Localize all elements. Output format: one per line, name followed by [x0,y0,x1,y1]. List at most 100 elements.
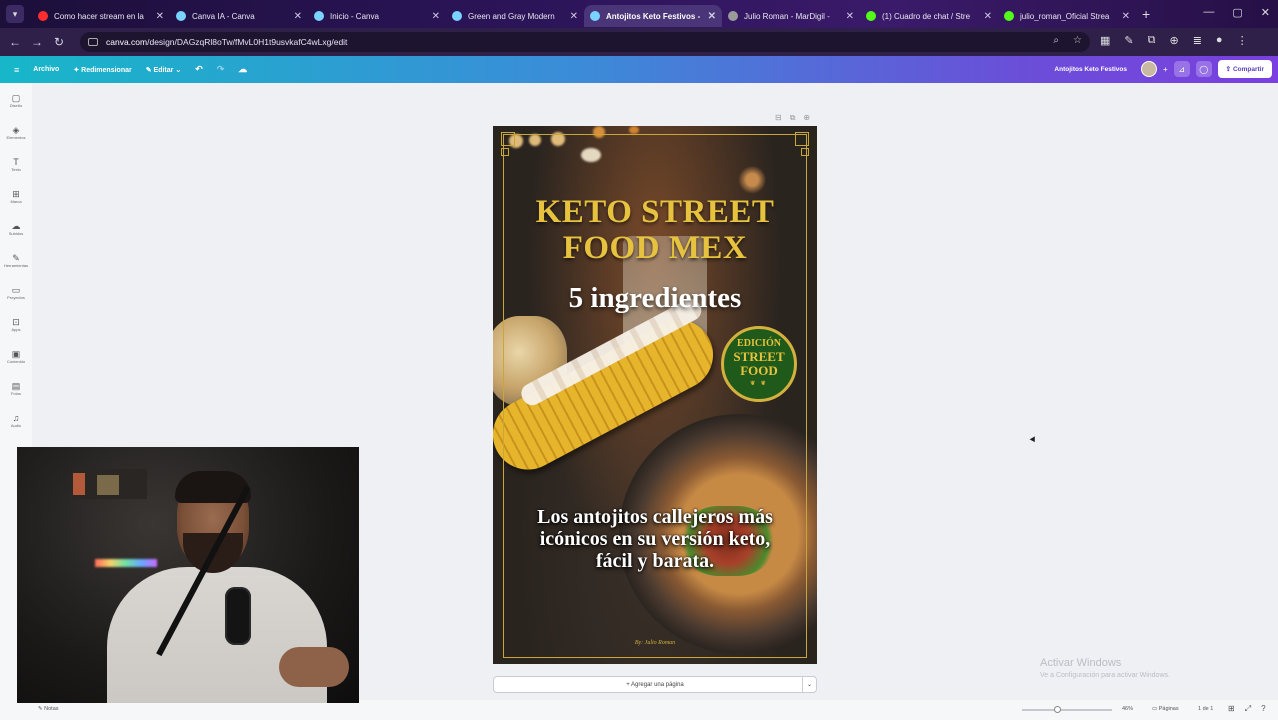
cloud-save-icon[interactable]: ☁ [238,64,247,75]
add-page-label: + Agregar una página [626,681,684,688]
sidebar-item[interactable]: T Texto [0,157,32,173]
webcam-overlay [17,447,359,703]
forward-icon[interactable]: → [26,35,48,49]
tab-favicon-icon [314,11,324,21]
hamburger-icon[interactable]: ≡ [14,65,19,75]
title-line-1[interactable]: KETO STREET [493,194,817,230]
address-bar[interactable]: canva.com/design/DAGzqRl8oTw/fMvL0H1t9us… [80,32,1090,52]
sidebar-item[interactable]: ⊞ Marca [0,189,32,205]
archivo-menu[interactable]: Archivo [33,66,59,73]
sidebar-item[interactable]: ▭ Proyectos [0,285,32,301]
sidebar-item-label: Fotos [10,391,21,396]
minimize-icon[interactable]: — [1203,6,1214,19]
sidebar-item[interactable]: ⊡ Apps [0,317,32,333]
close-tab-icon[interactable]: ✕ [846,11,854,22]
close-tab-icon[interactable]: ✕ [294,11,302,22]
windows-activation-watermark: Activar Windows Ve a Configuración para … [1040,657,1170,679]
browser-tab[interactable]: Inicio - Canva ✕ [308,5,446,27]
window-controls: — ▢ ✕ [1203,6,1270,19]
bookmark-star-icon[interactable]: ☆ [1073,35,1082,46]
download-icon[interactable]: ⊕ [1169,34,1178,47]
document-title[interactable]: Antojitos Keto Festivos [1054,66,1127,73]
badge-line-2: STREET [733,349,785,364]
sidebar-item[interactable]: ☁ Subidos [0,221,32,237]
browser-tab[interactable]: Green and Gray Modern ✕ [446,5,584,27]
browser-tab[interactable]: Antojitos Keto Festivos - ✕ [584,5,722,27]
edicion-badge[interactable]: EDICIÓN STREET FOOD ❦ ❦ [721,326,797,402]
browser-tab[interactable]: (1) Cuadro de chat / Stre ✕ [860,5,998,27]
tagline[interactable]: Los antojitos callejeros más icónicos en… [507,506,803,572]
maximize-icon[interactable]: ▢ [1232,6,1242,19]
title-line-2[interactable]: FOOD MEX [493,230,817,266]
reload-icon[interactable]: ↻ [48,35,70,49]
redo-icon[interactable]: ↷ [217,64,225,75]
add-collaborator-icon[interactable]: + [1163,65,1168,74]
close-tab-icon[interactable]: ✕ [156,11,164,22]
pen-icon[interactable]: ✎ [1124,34,1133,47]
edit-mode-button[interactable]: ✎ Editar ⌄ [146,66,181,74]
sidebar-item[interactable]: ◈ Elementos [0,125,32,141]
pages-button[interactable]: ▭ Páginas [1152,706,1179,712]
new-tab-button[interactable]: + [1142,6,1150,22]
browser-toolbar: ← → ↻ canva.com/design/DAGzqRl8oTw/fMvL0… [0,28,1278,56]
resize-button[interactable]: ✦ Redimensionar [73,66,131,74]
share-button[interactable]: ⇪ Compartir [1217,60,1272,78]
comment-icon[interactable]: ◯ [1195,61,1212,77]
extension-icon[interactable]: ▦ [1100,34,1110,47]
analytics-icon[interactable]: ⊿ [1173,61,1190,77]
close-tab-icon[interactable]: ✕ [570,11,578,22]
canva-header: ≡ Archivo ✦ Redimensionar ✎ Editar ⌄ ↶ ↷… [0,56,1278,83]
avatar[interactable] [1141,61,1157,77]
sidebar-item[interactable]: ♫ Audio [0,413,32,429]
close-tab-icon[interactable]: ✕ [432,11,440,22]
content-icon: ▣ [11,349,21,359]
author-credit[interactable]: By: Julio Roman [493,640,817,646]
media-icon[interactable]: ≣ [1193,34,1202,47]
lock-icon[interactable]: ⊟ [775,113,782,123]
close-tab-icon[interactable]: ✕ [984,11,992,22]
grid-view-icon[interactable]: ⊞ [1228,704,1235,714]
close-tab-icon[interactable]: ✕ [1122,11,1130,22]
add-page-button[interactable]: + Agregar una página ⌄ [493,676,817,693]
zoom-slider-handle[interactable] [1053,706,1061,713]
help-icon[interactable]: ? [1261,704,1265,714]
subtitle[interactable]: 5 ingredientes [493,282,817,315]
sidebar-item[interactable]: ▤ Fotos [0,381,32,397]
add-page-icon[interactable]: ⊕ [803,113,810,123]
projects-icon: ▭ [11,285,21,295]
site-info-icon[interactable] [88,38,98,46]
chevron-down-icon[interactable]: ⌄ [802,677,816,692]
sidebar-item[interactable]: ▢ Diseño [0,93,32,109]
tab-title: Como hacer stream en la [54,11,144,21]
duplicate-icon[interactable]: ⧉ [790,113,796,123]
undo-icon[interactable]: ↶ [195,64,203,75]
zoom-search-icon[interactable]: ⌕ [1053,35,1059,46]
tab-favicon-icon [1004,11,1014,21]
menu-dots-icon[interactable]: ⋮ [1237,34,1248,47]
fullscreen-icon[interactable]: ⤢ [1245,704,1251,714]
zoom-level[interactable]: 46% [1122,706,1133,712]
text-icon: T [13,157,19,167]
sidebar-item-label: Herramientas [3,263,28,268]
browser-tab[interactable]: Como hacer stream en la ✕ [32,5,170,27]
profile-icon[interactable]: ● [1216,34,1223,47]
browser-tab[interactable]: Canva IA - Canva ✕ [170,5,308,27]
close-tab-icon[interactable]: ✕ [708,11,716,22]
puzzle-icon[interactable]: ⧉ [1148,34,1156,47]
sidebar-item-label: Marca [10,199,22,204]
bokeh-light [629,126,639,134]
photos-icon: ▤ [11,381,21,391]
rgb-light-bar [95,559,157,567]
close-window-icon[interactable]: ✕ [1261,6,1270,19]
back-icon[interactable]: ← [4,35,26,49]
tab-search-button[interactable]: ▾ [6,5,24,23]
browser-tab[interactable]: Julio Roman - MarDigil - ✕ [722,5,860,27]
zoom-slider[interactable] [1022,706,1112,713]
design-page[interactable]: KETO STREET FOOD MEX 5 ingredientes EDIC… [493,126,817,664]
sidebar-item[interactable]: ▣ Contenido [0,349,32,365]
browser-tab[interactable]: julio_roman_Oficial Strea ✕ [998,5,1136,27]
design-icon: ▢ [11,93,21,103]
sidebar-item[interactable]: ✎ Herramientas [0,253,32,269]
tagline-line-2: icónicos en su versión keto, [539,528,771,550]
notes-button[interactable]: ✎ Notas [38,706,59,712]
